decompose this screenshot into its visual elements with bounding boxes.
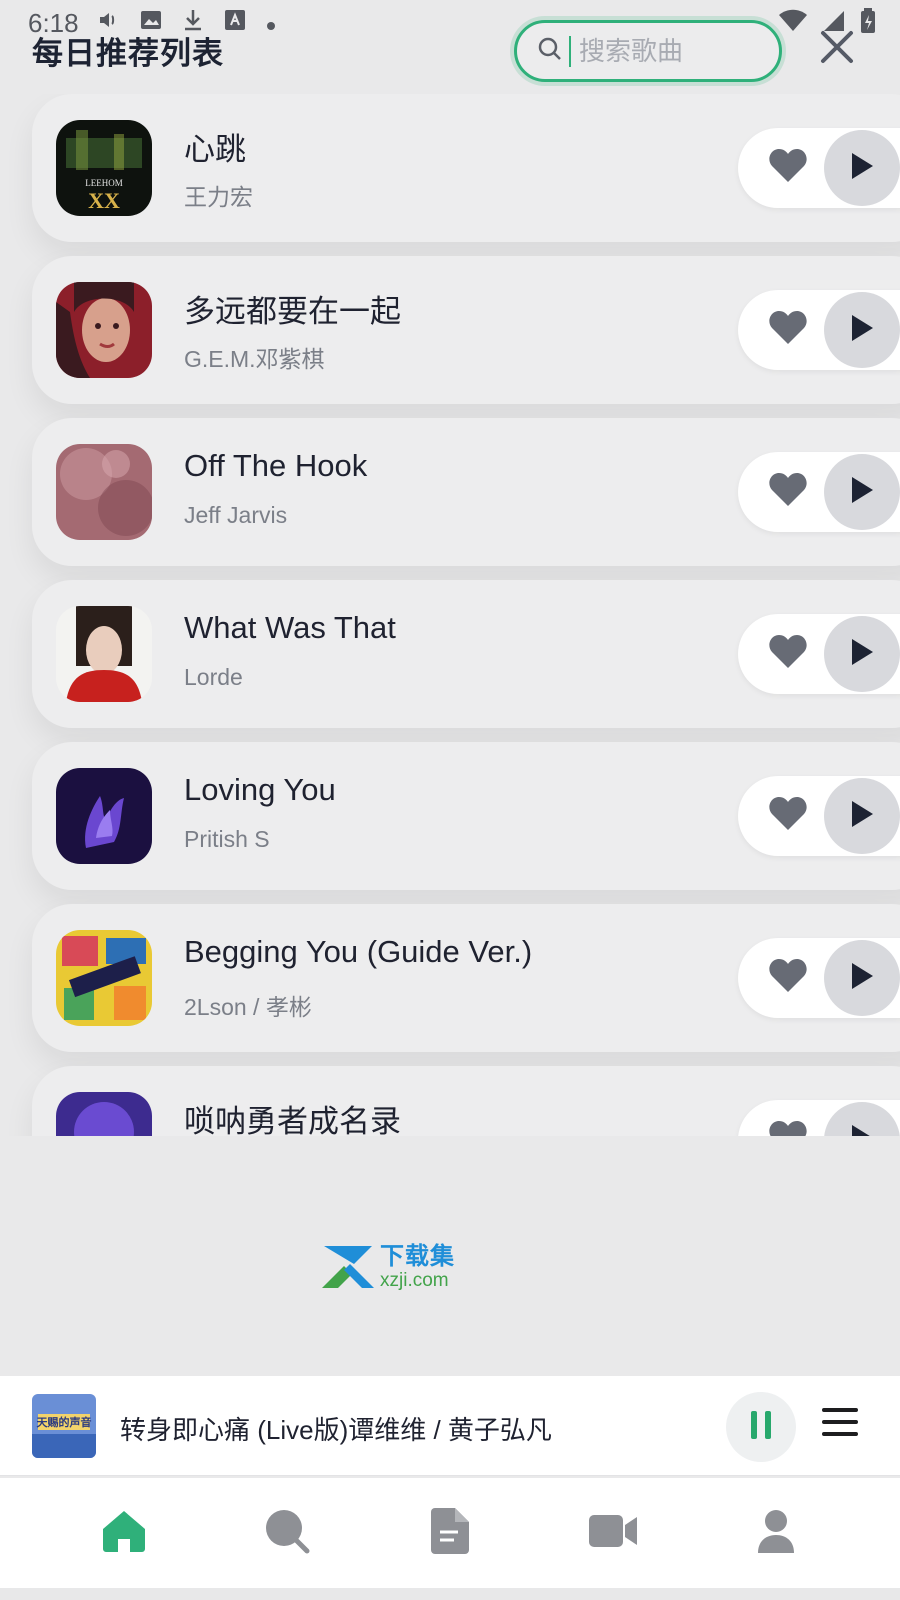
- song-actions: [738, 776, 900, 856]
- song-title: 唢呐勇者成名录: [184, 1104, 401, 1136]
- song-title: 多远都要在一起: [184, 294, 401, 329]
- heart-icon: [768, 310, 808, 351]
- pause-icon: [750, 1410, 772, 1445]
- heart-icon: [768, 796, 808, 837]
- song-item[interactable]: Begging You (Guide Ver.) 2Lson / 孝彬: [32, 904, 900, 1052]
- song-item[interactable]: Loving You Pritish S: [32, 742, 900, 890]
- play-icon: [849, 961, 875, 996]
- play-icon: [849, 151, 875, 186]
- album-cover: [56, 1092, 152, 1136]
- song-title: 心跳: [184, 132, 246, 167]
- song-title: Begging You (Guide Ver.): [184, 934, 533, 969]
- like-button[interactable]: [766, 632, 810, 676]
- like-button[interactable]: [766, 956, 810, 1000]
- now-playing-title: 转身即心痛 (Live版)谭维维 / 黄子弘凡: [120, 1415, 552, 1445]
- search-box[interactable]: [514, 20, 782, 82]
- play-icon: [849, 1123, 875, 1136]
- like-button[interactable]: [766, 146, 810, 190]
- nav-video[interactable]: [568, 1488, 658, 1578]
- like-button[interactable]: [766, 1118, 810, 1136]
- song-artist: 王力宏: [184, 184, 253, 210]
- watermark-cn: 下载集: [380, 1242, 455, 1270]
- play-icon: [849, 313, 875, 348]
- song-item[interactable]: What Was That Lorde: [32, 580, 900, 728]
- heart-icon: [768, 472, 808, 513]
- album-cover: [56, 768, 152, 864]
- mini-player[interactable]: 天赐的声音 转身即心痛 (Live版)谭维维 / 黄子弘凡: [0, 1376, 900, 1476]
- play-icon: [849, 637, 875, 672]
- home-icon: [101, 1509, 147, 1558]
- pause-button[interactable]: [726, 1392, 796, 1462]
- like-button[interactable]: [766, 470, 810, 514]
- play-icon: [849, 799, 875, 834]
- album-cover: [56, 930, 152, 1026]
- song-artist: 2Lson / 孝彬: [184, 994, 312, 1020]
- search-input[interactable]: [569, 35, 769, 67]
- play-button[interactable]: [824, 130, 900, 206]
- album-cover: [56, 606, 152, 702]
- heart-icon: [768, 148, 808, 189]
- heart-icon: [768, 958, 808, 999]
- search-icon: [264, 1508, 310, 1559]
- nav-profile[interactable]: [731, 1488, 821, 1578]
- song-item[interactable]: Off The Hook Jeff Jarvis: [32, 418, 900, 566]
- song-artist: Lorde: [184, 664, 243, 690]
- nav-search[interactable]: [242, 1488, 332, 1578]
- album-cover: [56, 444, 152, 540]
- bottom-nav: [0, 1478, 900, 1588]
- song-item[interactable]: 唢呐勇者成名录: [32, 1066, 900, 1136]
- cover-text: 天赐的声音: [37, 1415, 92, 1429]
- svg-text:LEEHOM: LEEHOM: [85, 178, 123, 188]
- song-title: Loving You: [184, 772, 336, 807]
- playlist-button[interactable]: [818, 1402, 862, 1446]
- song-actions: [738, 938, 900, 1018]
- song-artist: Jeff Jarvis: [184, 502, 288, 528]
- search-icon: [537, 36, 563, 67]
- like-button[interactable]: [766, 308, 810, 352]
- play-icon: [849, 475, 875, 510]
- song-title: Off The Hook: [184, 448, 368, 483]
- user-icon: [756, 1509, 796, 1558]
- close-icon: [820, 30, 854, 69]
- song-item[interactable]: 多远都要在一起 G.E.M.邓紫棋: [32, 256, 900, 404]
- song-actions: [738, 290, 900, 370]
- like-button[interactable]: [766, 794, 810, 838]
- document-icon: [430, 1507, 469, 1559]
- album-cover: XX LEEHOM: [56, 120, 152, 216]
- song-artist: G.E.M.邓紫棋: [184, 346, 325, 372]
- play-button[interactable]: [824, 778, 900, 854]
- watermark-text: 下载集 xzji.com: [380, 1242, 455, 1291]
- watermark-icon: [322, 1246, 374, 1288]
- album-cover: [56, 282, 152, 378]
- play-button[interactable]: [824, 454, 900, 530]
- gesture-bar-area: [0, 1588, 900, 1600]
- play-button[interactable]: [824, 292, 900, 368]
- song-title: What Was That: [184, 610, 396, 645]
- close-button[interactable]: [812, 24, 862, 74]
- video-camera-icon: [589, 1513, 638, 1554]
- nav-document[interactable]: [405, 1488, 495, 1578]
- header: 每日推荐列表: [0, 14, 900, 84]
- menu-icon: [822, 1407, 858, 1442]
- now-playing-cover: 天赐的声音: [32, 1394, 96, 1458]
- song-actions: [738, 452, 900, 532]
- svg-text:XX: XX: [88, 188, 120, 213]
- play-button[interactable]: [824, 940, 900, 1016]
- song-artist: Pritish S: [184, 826, 270, 852]
- nav-home[interactable]: [79, 1488, 169, 1578]
- play-button[interactable]: [824, 1102, 900, 1136]
- heart-icon: [768, 634, 808, 675]
- song-item[interactable]: XX LEEHOM 心跳 王力宏: [32, 94, 900, 242]
- song-list: XX LEEHOM 心跳 王力宏 多远都要在一起 G.E.M.邓紫棋 Off T…: [0, 94, 900, 1136]
- play-button[interactable]: [824, 616, 900, 692]
- song-actions: [738, 1100, 900, 1136]
- page-title: 每日推荐列表: [32, 36, 224, 71]
- heart-icon: [768, 1120, 808, 1136]
- daily-recommend-screen: 6:18 每日推荐列表 搜索歌曲 XX LEEHOM 心跳 王力宏 多远都要在一…: [0, 0, 900, 1600]
- watermark-en: xzji.com: [380, 1269, 449, 1291]
- watermark-logo: 下载集 xzji.com: [320, 1244, 455, 1290]
- song-actions: [738, 128, 900, 208]
- song-actions: [738, 614, 900, 694]
